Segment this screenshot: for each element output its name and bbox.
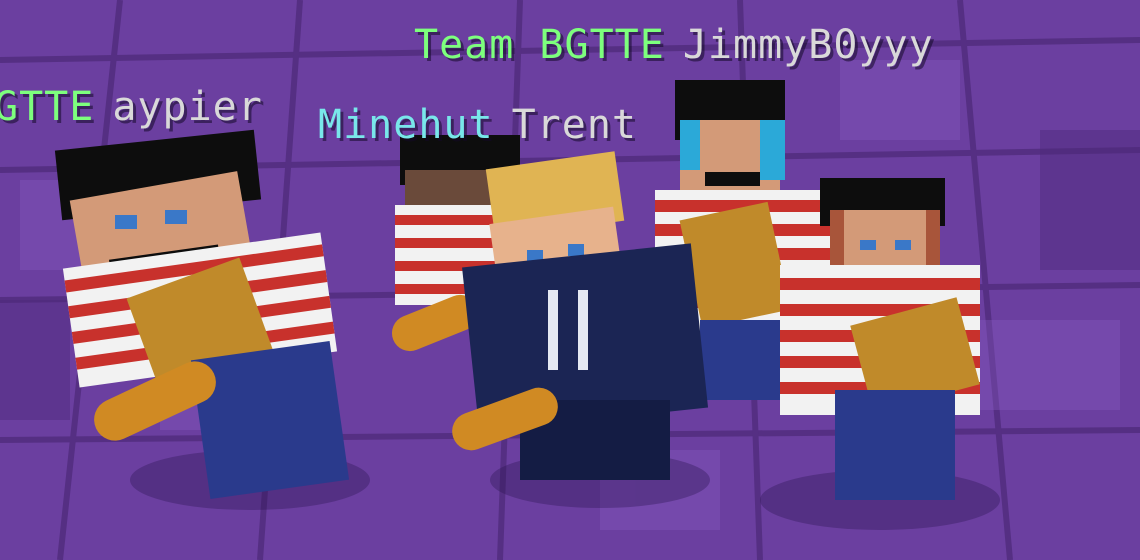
nametag-player-name: JimmyB0yyy: [682, 22, 934, 68]
nametag-team-label: Team BGTTE: [414, 22, 665, 68]
nametag-player-name: Trent: [511, 102, 637, 148]
nametag-player-name: aypier: [112, 84, 263, 130]
nametag-trent: Minehut Trent: [318, 100, 637, 150]
nametag-team-label: Minehut: [318, 102, 494, 148]
nametag-jimmyb0yyy: Team BGTTE JimmyB0yyy: [414, 20, 934, 70]
nametag-aypier: GTTE aypier: [0, 82, 263, 132]
nametag-team-label: GTTE: [0, 84, 95, 130]
